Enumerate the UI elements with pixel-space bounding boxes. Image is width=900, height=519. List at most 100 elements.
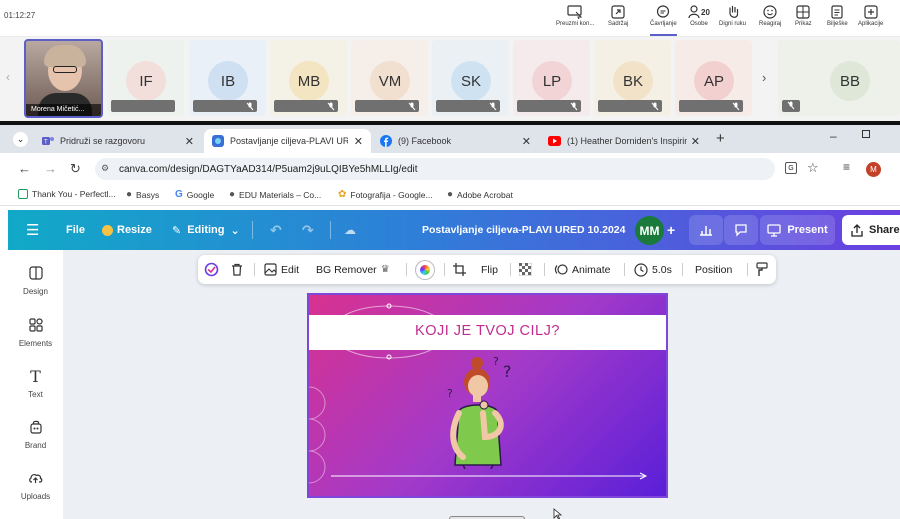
bookmark-item[interactable]: Thank You - Perfectl... [18, 189, 116, 199]
participant-tile[interactable]: SK [432, 40, 509, 116]
side-item-label: Brand [24, 441, 47, 450]
avatar: MB [289, 61, 329, 101]
delete-icon[interactable] [231, 255, 243, 284]
tab-facebook[interactable]: (9) Facebook ✕ [372, 129, 539, 153]
redo-icon[interactable]: ↷ [302, 210, 314, 250]
forward-icon[interactable]: → [44, 161, 57, 176]
insights-button[interactable] [689, 215, 723, 245]
tab-youtube[interactable]: (1) Heather Dorniden's Inspiring ✕ [540, 129, 708, 153]
globe-icon: ● [126, 189, 133, 200]
participant-tile[interactable]: LP [513, 40, 590, 116]
crown-icon: ♛ [380, 264, 390, 275]
participant-tile-large[interactable]: BB [778, 40, 900, 116]
minimize-window-icon[interactable]: – [830, 129, 837, 143]
side-item-elements[interactable]: Elements [8, 318, 63, 348]
share-button[interactable]: Share [842, 215, 900, 245]
bg-remover-button[interactable]: BG Remover ♛ [316, 255, 390, 284]
tab-title: Pridruži se razgovoru [60, 136, 146, 146]
edit-image-button[interactable]: Edit [264, 255, 299, 284]
media-controls-icon[interactable]: ≡ [843, 160, 850, 174]
thinking-woman-illustration[interactable]: ? ? ? [441, 353, 531, 469]
notes-button[interactable]: Bilješke [827, 3, 848, 35]
participant-tile[interactable]: VM [351, 40, 428, 116]
browser-tab-bar: ⌄ T Pridruži se razgovoru ✕ Postavljanje… [0, 125, 900, 153]
side-item-label: Design [23, 287, 48, 296]
participant-tile-presenter[interactable]: Morena Mičetić... [24, 39, 103, 118]
copy-style-icon[interactable] [756, 255, 768, 284]
editing-mode-button[interactable]: ✎ Editing ⌄ [172, 210, 240, 250]
close-tab-icon[interactable]: ✕ [185, 135, 194, 148]
add-collaborator-icon[interactable]: + [667, 210, 675, 250]
slide-title[interactable]: KOJI JE TVOJ CILJ? [309, 323, 666, 339]
bookmark-item[interactable]: ● Basys [126, 189, 159, 200]
duration-button[interactable]: 5.0s [634, 255, 672, 284]
translate-icon[interactable]: G [785, 162, 797, 174]
brand-icon [29, 420, 42, 434]
tab-teams[interactable]: T Pridruži se razgovoru ✕ [34, 129, 202, 153]
magic-edit-icon[interactable] [204, 255, 219, 284]
animate-label: Animate [572, 263, 611, 276]
apps-button[interactable]: Aplikacije [858, 3, 883, 35]
user-avatar[interactable]: MM [635, 216, 664, 245]
participant-tile[interactable]: MB [270, 40, 347, 116]
divider [510, 263, 511, 276]
flip-button[interactable]: Flip [481, 255, 498, 284]
people-button[interactable]: 20 Osobe [688, 3, 710, 35]
close-tab-icon[interactable]: ✕ [522, 135, 531, 148]
url-field[interactable]: ⚙ canva.com/design/DAGTYaAD314/P5uam2j9u… [95, 158, 775, 180]
reload-icon[interactable]: ↻ [70, 161, 81, 177]
participant-tile[interactable]: IF [107, 40, 184, 116]
transparency-icon[interactable] [519, 255, 532, 284]
new-tab-icon[interactable]: + [716, 130, 725, 147]
tab-canva[interactable]: Postavljanje ciljeva-PLAVI URED ✕ [204, 129, 371, 153]
divider [444, 263, 445, 276]
share-content-label: Sadržaj [608, 21, 629, 27]
chat-button[interactable]: Čavrljanje [650, 3, 677, 36]
react-button[interactable]: Reagiraj [759, 3, 781, 35]
resize-button[interactable]: Resize [102, 210, 152, 250]
tab-search-icon[interactable]: ⌄ [13, 132, 28, 147]
side-item-brand[interactable]: Brand [8, 420, 63, 450]
side-item-design[interactable]: Design [8, 266, 63, 296]
position-button[interactable]: Position [695, 255, 732, 284]
share-content-button[interactable]: Sadržaj [608, 3, 628, 35]
comments-button[interactable] [724, 215, 758, 245]
close-tab-icon[interactable]: ✕ [691, 135, 700, 148]
raise-hand-button[interactable]: Digni ruku [719, 3, 746, 35]
participant-tile[interactable]: BK [594, 40, 671, 116]
cloud-saved-icon[interactable]: ☁ [344, 210, 356, 250]
strip-prev-icon[interactable]: ‹ [6, 70, 10, 84]
profile-avatar[interactable]: M [866, 162, 881, 177]
upload-cloud-icon [29, 474, 43, 483]
undo-icon[interactable]: ↶ [270, 210, 282, 250]
close-tab-icon[interactable]: ✕ [354, 135, 363, 148]
menu-icon[interactable]: ☰ [26, 210, 39, 250]
color-picker-button[interactable] [416, 255, 434, 284]
crop-icon[interactable] [453, 255, 466, 284]
share-screen-icon [611, 3, 625, 21]
strip-next-icon[interactable]: › [762, 70, 766, 85]
bookmark-item[interactable]: ● Adobe Acrobat [447, 189, 513, 200]
bookmark-star-icon[interactable]: ☆ [807, 160, 819, 176]
take-control-button[interactable]: Preuzmi kon... [556, 3, 594, 35]
view-button[interactable]: Prikaz [795, 3, 812, 35]
bookmark-item[interactable]: ✿ Fotografija - Google... [338, 189, 433, 200]
bookmark-item[interactable]: ● EDU Materials – Co... [229, 189, 321, 200]
restore-window-icon[interactable] [862, 130, 870, 138]
file-menu[interactable]: File [66, 210, 85, 250]
participant-tile[interactable]: IB [189, 40, 266, 116]
side-item-text[interactable]: T Text [8, 369, 63, 400]
side-item-uploads[interactable]: Uploads [8, 471, 63, 501]
participant-tile[interactable]: AP [675, 40, 752, 116]
document-title[interactable]: Postavljanje ciljeva-PLAVI URED 10.2024 [422, 210, 625, 250]
animate-button[interactable]: Animate [554, 255, 611, 284]
divider [682, 263, 683, 276]
mic-off-icon [787, 101, 795, 110]
tab-title: (1) Heather Dorniden's Inspiring [567, 136, 687, 146]
edit-label: Edit [281, 263, 300, 276]
back-icon[interactable]: ← [18, 161, 31, 176]
bookmark-item[interactable]: G Google [175, 189, 214, 200]
design-slide[interactable]: KOJI JE TVOJ CILJ? ? ? ? [307, 293, 668, 498]
site-info-icon[interactable]: ⚙ [101, 163, 109, 174]
present-button[interactable]: Present [760, 215, 835, 245]
